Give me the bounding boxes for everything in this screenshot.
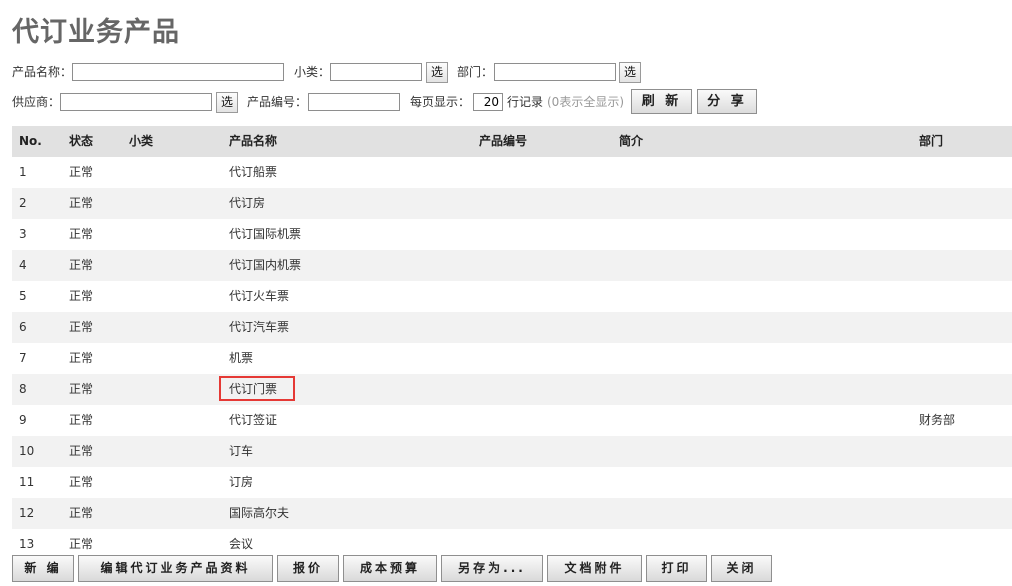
table-row[interactable]: 3 正常 代订国际机票 [12,219,1012,250]
selection-highlight [219,376,295,401]
column-header-intro: 简介 [619,134,644,148]
table-row[interactable]: 7 正常 机票 [12,343,1012,374]
product-name-input[interactable] [72,63,284,81]
cell-status: 正常 [69,413,94,427]
department-input[interactable] [494,63,616,81]
table-header: No. 状态 小类 产品名称 产品编号 简介 部门 [12,126,1012,157]
page-title: 代订业务产品 [12,17,180,48]
cell-product-name[interactable]: 代订汽车票 [229,312,289,343]
table-row[interactable]: 11 正常 订房 [12,467,1012,498]
product-name-label: 产品名称： [12,65,73,79]
column-header-status: 状态 [69,134,94,148]
save-as-button[interactable]: 另存为... [441,555,543,582]
cell-no: 11 [19,475,35,489]
cell-no: 10 [19,444,35,458]
per-page-label: 每页显示： [410,95,471,109]
column-header-subcategory: 小类 [129,134,154,148]
cell-no: 6 [19,320,27,334]
cell-product-name[interactable]: 代订国内机票 [229,250,301,281]
subcategory-select-button[interactable]: 选 [426,62,448,83]
cell-product-name[interactable]: 订房 [229,467,253,498]
column-header-product-name: 产品名称 [229,134,278,148]
column-header-department: 部门 [919,134,944,148]
cell-status: 正常 [69,475,94,489]
department-label: 部门： [457,65,494,79]
table-row[interactable]: 2 正常 代订房 [12,188,1012,219]
table-row[interactable]: 1 正常 代订船票 [12,157,1012,188]
cell-status: 正常 [69,165,94,179]
attachments-button[interactable]: 文档附件 [547,555,642,582]
share-button[interactable]: 分 享 [697,89,757,114]
column-header-no: No. [19,134,42,148]
table-row[interactable]: 8 正常 代订门票 [12,374,1012,405]
cell-product-name[interactable]: 机票 [229,343,253,374]
supplier-label: 供应商： [12,95,61,109]
cell-no: 9 [19,413,27,427]
edit-product-button[interactable]: 编辑代订业务产品资料 [78,555,273,582]
cell-no: 7 [19,351,27,365]
cell-product-name[interactable]: 代订签证 [229,405,277,436]
department-select-button[interactable]: 选 [619,62,641,83]
rows-unit-label: 行记录 [507,95,544,109]
product-code-input[interactable] [308,93,400,111]
cell-status: 正常 [69,196,94,210]
cell-no: 2 [19,196,27,210]
print-button[interactable]: 打印 [646,555,707,582]
cell-status: 正常 [69,382,94,396]
cell-product-name[interactable]: 代订船票 [229,157,277,188]
table-row[interactable]: 5 正常 代订火车票 [12,281,1012,312]
table-row[interactable]: 6 正常 代订汽车票 [12,312,1012,343]
cost-budget-button[interactable]: 成本预算 [343,555,437,582]
quote-button[interactable]: 报价 [277,555,339,582]
cell-no: 8 [19,382,27,396]
cell-status: 正常 [69,258,94,272]
cell-status: 正常 [69,289,94,303]
cell-product-name[interactable]: 国际高尔夫 [229,498,289,529]
column-header-product-code: 产品编号 [479,134,528,148]
cell-status: 正常 [69,351,94,365]
subcategory-input[interactable] [330,63,422,81]
supplier-select-button[interactable]: 选 [216,92,238,113]
table-row[interactable]: 9 正常 代订签证 财务部 [12,405,1012,436]
refresh-button[interactable]: 刷 新 [631,89,692,114]
per-page-input[interactable] [473,93,503,111]
table-row[interactable]: 10 正常 订车 [12,436,1012,467]
cell-no: 4 [19,258,27,272]
product-code-label: 产品编号： [247,95,308,109]
cell-no: 12 [19,506,35,520]
supplier-input[interactable] [60,93,212,111]
table-row[interactable]: 4 正常 代订国内机票 [12,250,1012,281]
cell-no: 3 [19,227,27,241]
cell-product-name[interactable]: 代订火车票 [229,281,289,312]
cell-status: 正常 [69,320,94,334]
cell-no: 1 [19,165,27,179]
cell-no: 5 [19,289,27,303]
cell-status: 正常 [69,506,94,520]
new-button[interactable]: 新 编 [12,555,74,582]
cell-status: 正常 [69,444,94,458]
cell-product-name[interactable]: 代订国际机票 [229,219,301,250]
rows-hint-label: (0表示全显示) [547,95,624,109]
table-row[interactable]: 12 正常 国际高尔夫 [12,498,1012,529]
cell-product-name[interactable]: 代订房 [229,188,265,219]
close-button[interactable]: 关闭 [711,555,772,582]
cell-status: 正常 [69,227,94,241]
cell-department: 财务部 [919,413,956,427]
cell-product-name[interactable]: 订车 [229,436,253,467]
subcategory-label: 小类： [294,65,331,79]
